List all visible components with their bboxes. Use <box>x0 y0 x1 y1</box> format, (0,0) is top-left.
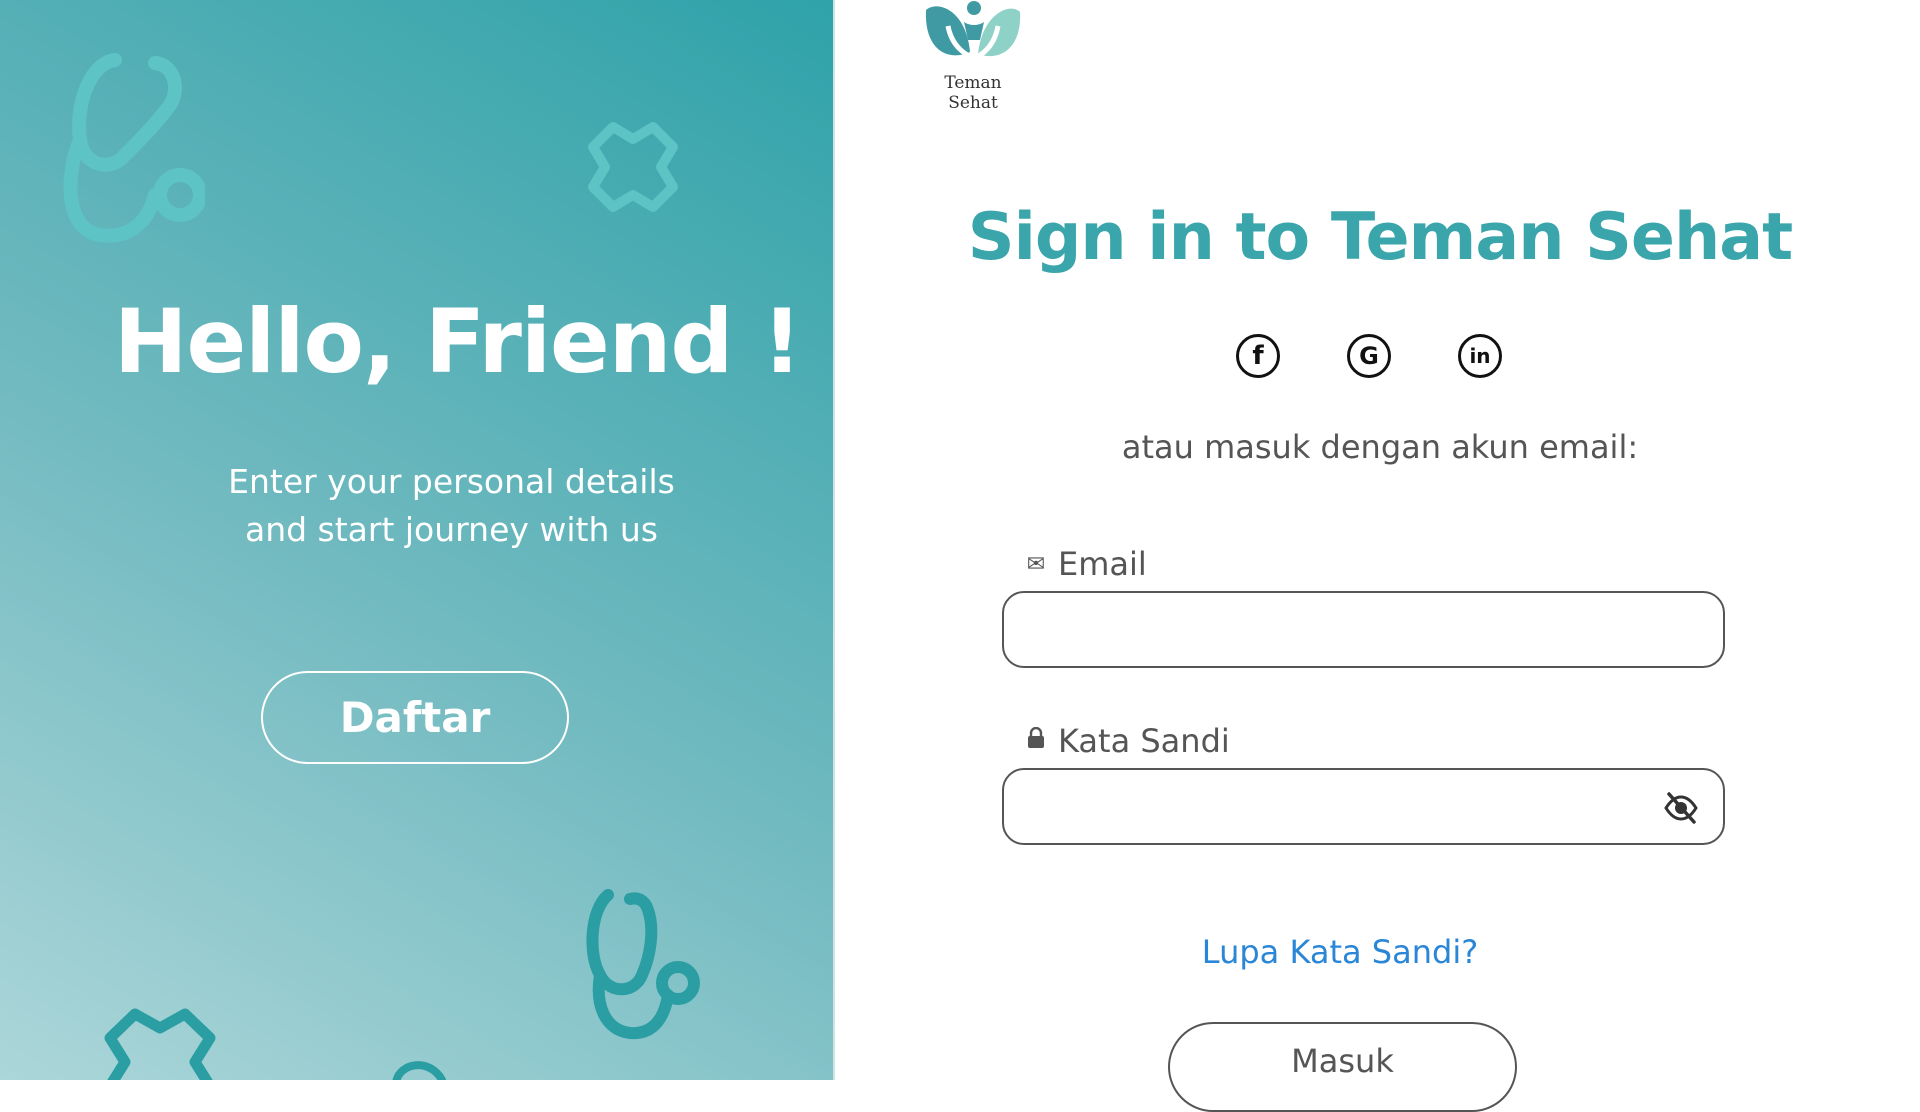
password-label-text: Kata Sandi <box>1058 722 1230 760</box>
password-input[interactable] <box>1024 770 1588 842</box>
login-button[interactable]: Masuk <box>1168 1022 1517 1112</box>
forgot-password-link[interactable]: Lupa Kata Sandi? <box>1000 933 1680 971</box>
welcome-subtitle-line: and start journey with us <box>244 510 659 549</box>
email-input[interactable] <box>1024 593 1648 665</box>
email-field[interactable] <box>1002 591 1725 668</box>
email-login-hint: atau masuk dengan akun email: <box>1121 428 1639 466</box>
welcome-subtitle: Enter your personal details and start jo… <box>0 458 833 554</box>
lock-icon <box>1024 726 1048 755</box>
stethoscope-icon <box>586 889 700 1040</box>
welcome-subtitle-line: Enter your personal details <box>228 462 675 501</box>
email-label-text: Email <box>1058 545 1147 583</box>
logo-icon <box>925 1 1021 61</box>
panel-divider <box>833 0 835 1080</box>
stethoscope-icon <box>63 53 205 243</box>
eye-off-icon[interactable] <box>1663 790 1699 826</box>
mail-icon: ✉ <box>1026 551 1046 577</box>
page-title: Sign in to Teman Sehat <box>967 200 1793 275</box>
linkedin-icon[interactable]: in <box>1458 334 1502 378</box>
google-icon[interactable]: G <box>1347 334 1391 378</box>
password-field[interactable] <box>1002 768 1725 845</box>
social-login-row: f G in <box>1236 334 1502 378</box>
plus-icon <box>588 122 678 212</box>
plus-icon <box>392 1061 446 1080</box>
password-label: Kata Sandi <box>1024 722 1230 760</box>
welcome-title: Hello, Friend ! <box>113 290 802 393</box>
register-button[interactable]: Daftar <box>261 671 569 764</box>
logo: Teman Sehat <box>918 0 1028 113</box>
plus-icon <box>104 1008 216 1080</box>
facebook-icon[interactable]: f <box>1236 334 1280 378</box>
welcome-panel: Hello, Friend ! Enter your personal deta… <box>0 0 833 1080</box>
logo-text: Teman Sehat <box>944 73 1002 113</box>
email-label: ✉ Email <box>1024 545 1147 583</box>
